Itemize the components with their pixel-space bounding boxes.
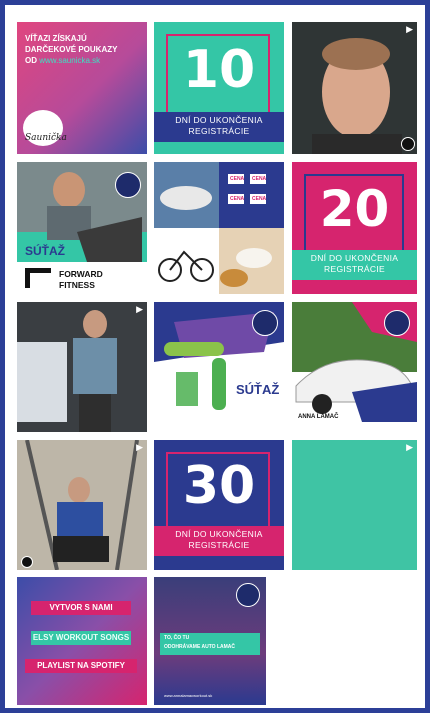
post-car-lamac-promo[interactable]: TO, ČO TU ODOHRÁVAME AUTO LAMAČ www.anna… (154, 577, 266, 705)
post-yoga-gear-contest[interactable]: SÚŤAŽ (154, 302, 284, 432)
prize-label: CENA (230, 176, 245, 182)
caption-line2: REGISTRÁCIE (188, 126, 250, 136)
portrait-photo (292, 22, 417, 154)
anna-lamac-logo-text: ANNA LAMAČ (298, 414, 339, 420)
post-forward-fitness-contest[interactable]: SÚŤAŽ FORWARD FITNESS (17, 162, 147, 294)
video-icon: ▶ (136, 443, 143, 453)
post-video-man-by-car[interactable]: ▶ (17, 302, 147, 432)
forward-fitness-logo-icon (25, 268, 51, 288)
vouchers-line2: DARČEKOVÉ POUKAZY (25, 45, 118, 54)
playlist-name: ELSY WORKOUT SONGS (32, 633, 130, 642)
countdown-number: 30 (182, 456, 256, 516)
prize-label: CENA (252, 196, 267, 202)
vouchers-url: www.saunicka.sk (39, 56, 101, 65)
vouchers-line1: VÍŤAZI ZÍSKAJÚ (25, 34, 87, 43)
promo-line2: ODOHRÁVAME AUTO LAMAČ (164, 644, 236, 650)
man-car-photo (17, 302, 147, 432)
post-prizes-collage[interactable]: CENA CENA CENA CENA (154, 162, 284, 294)
spotify-line: PLAYLIST NA SPOTIFY (37, 661, 125, 670)
challenge-badge-icon (115, 172, 141, 198)
caption-line2: REGISTRÁCIE (324, 264, 385, 274)
post-video-man-sitting[interactable]: ▶ (17, 440, 147, 570)
caption-line1: DNÍ DO UKONČENIA (175, 529, 263, 539)
post-teal-blank[interactable]: ▶ (292, 440, 417, 570)
video-icon: ▶ (406, 25, 413, 35)
caption-line1: DNÍ DO UKONČENIA (175, 115, 263, 125)
challenge-badge-icon (236, 583, 260, 607)
challenge-badge-icon (384, 310, 410, 336)
brand-line2: FITNESS (59, 280, 95, 290)
vouchers-od: OD (25, 56, 37, 65)
man-sitting-photo (17, 440, 147, 570)
prize-label: CENA (252, 176, 267, 182)
countdown-number: 10 (182, 40, 256, 100)
vouchers-line3: OD www.saunicka.sk (25, 56, 100, 65)
instagram-grid: VÍŤAZI ZÍSKAJÚ DARČEKOVÉ POUKAZY OD www.… (5, 5, 425, 708)
post-countdown-20[interactable]: 20 DNÍ DO UKONČENIA REGISTRÁCIE (292, 162, 417, 294)
brand-line1: FORWARD (59, 269, 103, 279)
post-skoda-car-sponsor[interactable]: ANNA LAMAČ (292, 302, 417, 432)
post-spotify-playlist[interactable]: VYTVOR S NAMI ELSY WORKOUT SONGS PLAYLIS… (17, 577, 147, 705)
caption-line1: DNÍ DO UKONČENIA (310, 253, 399, 263)
promo-line1: TO, ČO TU (164, 635, 190, 641)
video-icon: ▶ (406, 443, 413, 453)
post-countdown-30[interactable]: 30 DNÍ DO UKONČENIA REGISTRÁCIE (154, 440, 284, 570)
post-countdown-10[interactable]: 10 DNÍ DO UKONČENIA REGISTRÁCIE (154, 22, 284, 154)
saunicka-logo-text: Saunička (25, 133, 67, 143)
countdown-number: 20 (319, 180, 390, 238)
headline-line1: VYTVOR S NAMI (49, 603, 113, 612)
post-video-man-portrait[interactable]: ▶ (292, 22, 417, 154)
caption-line2: REGISTRÁCIE (188, 540, 250, 550)
challenge-badge-icon (252, 310, 278, 336)
channel-avatar (401, 137, 415, 151)
contest-label: SÚŤAŽ (25, 244, 65, 258)
post-saunicka-vouchers[interactable]: VÍŤAZI ZÍSKAJÚ DARČEKOVÉ POUKAZY OD www.… (17, 22, 147, 154)
promo-url: www.annalamacworkout.sk (164, 693, 213, 698)
prize-label: CENA (230, 196, 245, 202)
channel-avatar (21, 556, 33, 568)
contest-label: SÚŤAŽ (236, 382, 280, 397)
video-icon: ▶ (136, 305, 143, 315)
